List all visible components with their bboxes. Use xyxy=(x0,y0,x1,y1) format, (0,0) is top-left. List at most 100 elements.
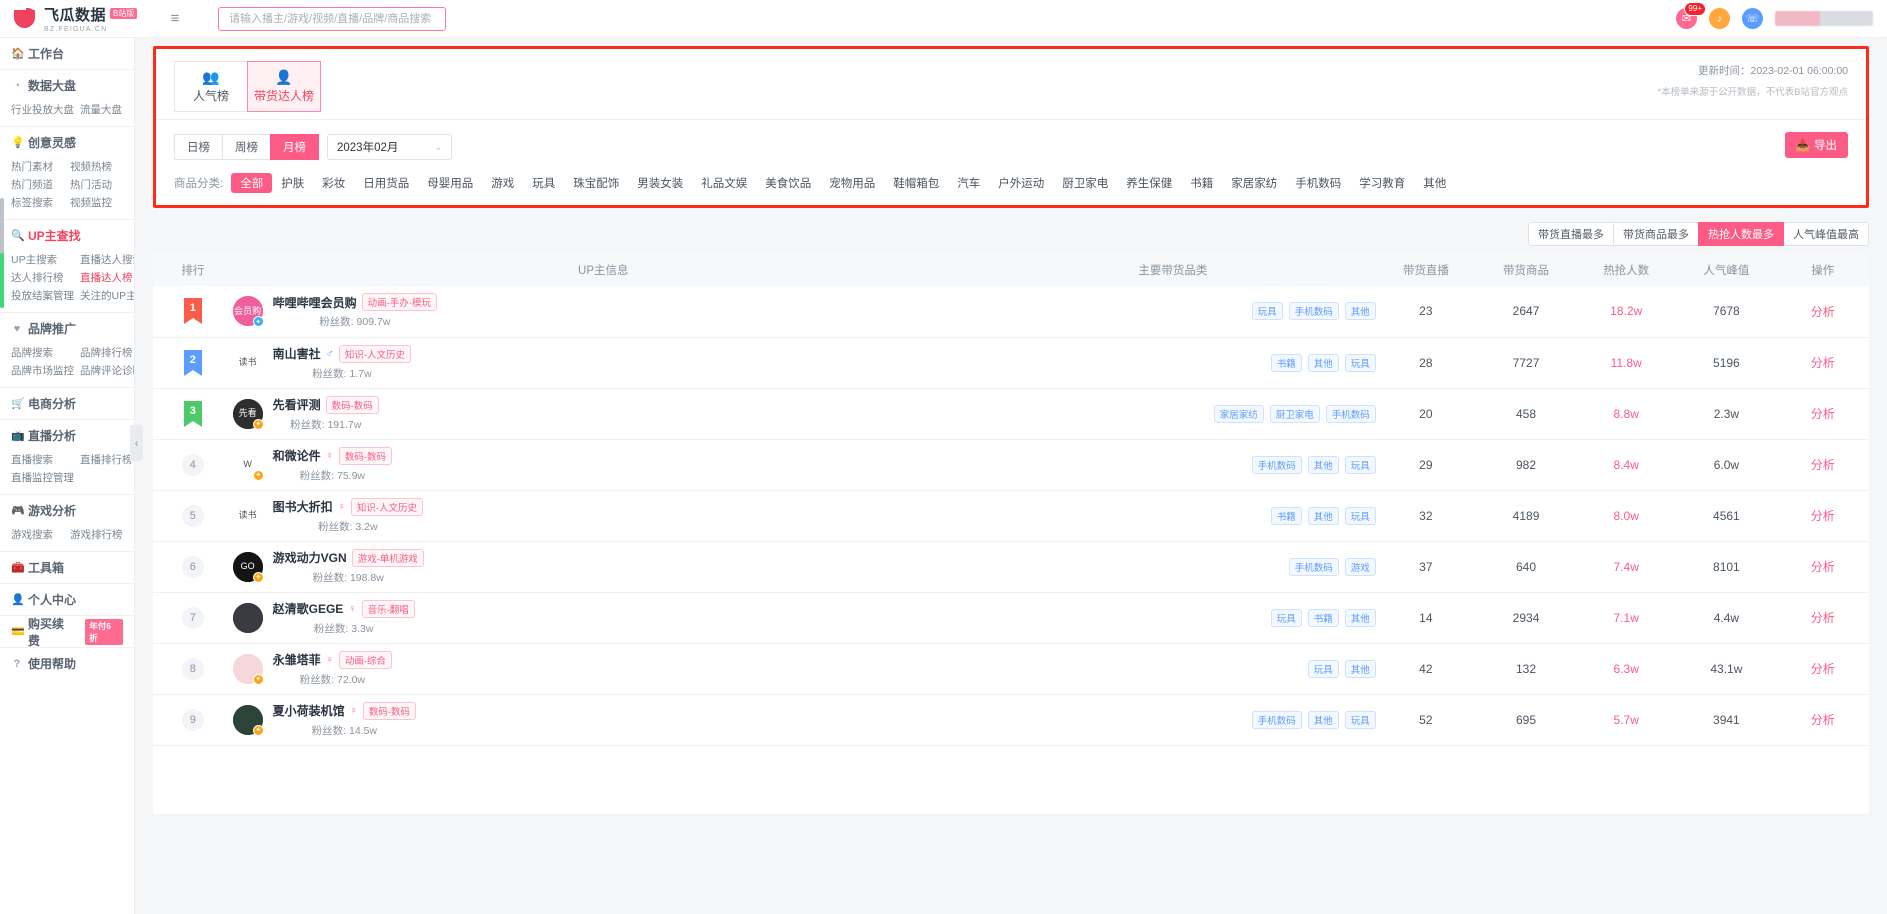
period-monthly[interactable]: 月榜 xyxy=(270,134,319,160)
sidebar-link-直播搜索[interactable]: 直播搜索 xyxy=(11,451,74,469)
search-input[interactable] xyxy=(227,11,437,26)
sort-highest-peak[interactable]: 人气峰值最高 xyxy=(1783,222,1869,246)
avatar[interactable]: 会员购 ✦ xyxy=(232,296,264,328)
sidebar-link-直播监控管理[interactable]: 直播监控管理 xyxy=(11,469,74,487)
sidebar-link-UP主搜索[interactable]: UP主搜索 xyxy=(11,251,74,269)
sidebar-item-品牌推广[interactable]: ♥ 品牌推广 xyxy=(11,313,123,344)
sidebar-scrollbar-thumb[interactable] xyxy=(0,253,4,308)
sidebar-item-游戏分析[interactable]: 🎮 游戏分析 xyxy=(11,495,123,526)
global-search-box[interactable] xyxy=(218,6,446,31)
cell-up-info[interactable]: GO ✦ 游戏动力VGN 游戏-单机游戏 粉丝数: 198.8w xyxy=(232,541,952,593)
up-name[interactable]: 先看评测 xyxy=(273,396,321,413)
analyze-link[interactable]: 分析 xyxy=(1811,509,1835,523)
sidebar-link-视频热榜[interactable]: 视频热榜 xyxy=(70,158,123,176)
sidebar-link-品牌排行榜[interactable]: 品牌排行榜 xyxy=(80,344,134,362)
analyze-link[interactable]: 分析 xyxy=(1811,407,1835,421)
th-lives[interactable]: 带货直播 xyxy=(1375,254,1476,286)
period-weekly[interactable]: 周榜 xyxy=(222,134,271,160)
sidebar-link-直播达人榜[interactable]: 直播达人榜 xyxy=(80,269,134,287)
sidebar-item-直播分析[interactable]: 📺 直播分析 xyxy=(11,420,123,451)
table-row[interactable]: 9 ✦ 夏小荷装机馆 ♀ 数码-数码 粉丝数: 14.5w 手机数码 其他 玩具 52 695 5.7… xyxy=(153,694,1869,746)
category-chip-鞋帽箱包[interactable]: 鞋帽箱包 xyxy=(884,173,948,193)
category-chip-养生保健[interactable]: 养生保健 xyxy=(1117,173,1181,193)
category-chip-汽车[interactable]: 汽车 xyxy=(948,173,989,193)
sidebar-collapse-toggle[interactable]: ‹ xyxy=(130,425,143,461)
category-chip-护肤[interactable]: 护肤 xyxy=(272,173,313,193)
category-chip-宠物用品[interactable]: 宠物用品 xyxy=(820,173,884,193)
month-select[interactable]: 2023年02月 ⌄ xyxy=(327,134,452,160)
category-chip-学习教育[interactable]: 学习教育 xyxy=(1350,173,1414,193)
period-daily[interactable]: 日榜 xyxy=(174,134,223,160)
cell-up-info[interactable]: W ✦ 和微论件 ♀ 数码-数码 粉丝数: 75.9w xyxy=(232,439,952,491)
sidebar-item-工具箱[interactable]: 🧰 工具箱 xyxy=(11,552,123,583)
table-row[interactable]: 1 会员购 ✦ 哔哩哔哩会员购 动画-手办·模玩 粉丝数: 909.7w 玩具 手机数码 其他 2… xyxy=(153,286,1869,338)
category-chip-书籍[interactable]: 书籍 xyxy=(1181,173,1222,193)
support-headset-icon[interactable]: ☏ xyxy=(1742,8,1763,29)
table-row[interactable]: 5 读书✦ 图书大折扣 ♀ 知识-人文历史粉丝数: 3.2w 书籍其他玩具 32 4189 8.… xyxy=(153,490,1869,542)
sidebar-item-UP主查找[interactable]: 🔍 UP主查找 xyxy=(11,220,123,251)
sidebar-link-标签搜索[interactable]: 标签搜索 xyxy=(11,194,64,212)
sort-most-buyers[interactable]: 热抢人数最多 xyxy=(1698,222,1784,246)
sidebar-link-直播排行榜[interactable]: 直播排行榜 xyxy=(80,451,133,469)
table-row[interactable]: 7 ✦ 赵清歌GEGE ♀ 音乐-翻唱粉丝数: 3.3w 玩具书籍其他 14 2934 7.1w… xyxy=(153,592,1869,644)
category-chip-厨卫家电[interactable]: 厨卫家电 xyxy=(1053,173,1117,193)
sidebar-link-品牌市场监控[interactable]: 品牌市场监控 xyxy=(11,362,74,380)
hamburger-icon[interactable]: ≡ xyxy=(160,10,190,27)
category-chip-礼品文娱[interactable]: 礼品文娱 xyxy=(692,173,756,193)
user-account-area[interactable] xyxy=(1775,11,1873,26)
analyze-link[interactable]: 分析 xyxy=(1811,662,1835,676)
avatar[interactable]: 读书✦ xyxy=(232,347,263,378)
avatar[interactable]: W ✦ xyxy=(232,449,264,481)
cell-up-info[interactable]: 读书✦ 南山害社 ♂ 知识-人文历史粉丝数: 1.7w xyxy=(232,337,952,389)
analyze-link[interactable]: 分析 xyxy=(1811,611,1835,625)
sidebar-link-流量大盘[interactable]: 流量大盘 xyxy=(80,101,123,119)
category-chip-珠宝配饰[interactable]: 珠宝配饰 xyxy=(564,173,628,193)
sidebar-item-电商分析[interactable]: 🛒 电商分析 xyxy=(11,388,123,419)
avatar[interactable]: ✦ xyxy=(232,653,264,685)
sidebar-link-品牌搜索[interactable]: 品牌搜索 xyxy=(11,344,74,362)
sidebar-item-创意灵感[interactable]: 💡 创意灵感 xyxy=(11,127,123,158)
cell-up-info[interactable]: 读书✦ 图书大折扣 ♀ 知识-人文历史粉丝数: 3.2w xyxy=(232,490,952,542)
up-name[interactable]: 哔哩哔哩会员购 xyxy=(273,294,357,311)
category-chip-美食饮品[interactable]: 美食饮品 xyxy=(756,173,820,193)
sidebar-link-热门活动[interactable]: 热门活动 xyxy=(70,176,123,194)
sidebar-link-游戏排行榜[interactable]: 游戏排行榜 xyxy=(70,526,123,544)
sidebar-link-热门频道[interactable]: 热门频道 xyxy=(11,176,64,194)
category-chip-游戏[interactable]: 游戏 xyxy=(482,173,523,193)
category-chip-日用货品[interactable]: 日用货品 xyxy=(354,173,418,193)
mail-icon[interactable]: ✉ 99+ xyxy=(1676,2,1706,29)
sidebar-link-视频监控[interactable]: 视频监控 xyxy=(70,194,123,212)
sidebar-item-个人中心[interactable]: 👤 个人中心 xyxy=(11,584,123,615)
category-chip-玩具[interactable]: 玩具 xyxy=(523,173,564,193)
category-chip-母婴用品[interactable]: 母婴用品 xyxy=(418,173,482,193)
table-row[interactable]: 6 GO ✦ 游戏动力VGN 游戏-单机游戏 粉丝数: 198.8w 手机数码 游戏 37 640… xyxy=(153,541,1869,593)
sidebar-link-热门素材[interactable]: 热门素材 xyxy=(11,158,64,176)
up-name[interactable]: 和微论件 xyxy=(273,447,321,464)
avatar[interactable]: 读书✦ xyxy=(232,500,263,531)
sidebar-item-工作台[interactable]: 🏠 工作台 xyxy=(11,38,123,69)
table-row[interactable]: 2 读书✦ 南山害社 ♂ 知识-人文历史粉丝数: 1.7w 书籍其他玩具 28 7727 11.… xyxy=(153,337,1869,389)
analyze-link[interactable]: 分析 xyxy=(1811,458,1835,472)
sidebar-link-直播达人搜索[interactable]: 直播达人搜索 xyxy=(80,251,134,269)
up-name[interactable]: 永雏塔菲 xyxy=(273,651,321,668)
th-goods[interactable]: 带货商品 xyxy=(1475,254,1577,286)
notification-icon[interactable]: ♪ xyxy=(1709,8,1730,29)
cell-up-info[interactable]: 会员购 ✦ 哔哩哔哩会员购 动画-手办·模玩 粉丝数: 909.7w xyxy=(232,286,952,338)
up-name[interactable]: 图书大折扣 xyxy=(273,498,333,515)
category-chip-彩妆[interactable]: 彩妆 xyxy=(313,173,354,193)
sidebar-item-购买续费[interactable]: 💳 购买续费 年付6折 xyxy=(11,616,123,648)
export-button[interactable]: 📥 导出 xyxy=(1784,132,1848,158)
avatar[interactable]: 先看 ✦ xyxy=(232,398,264,430)
sidebar-item-使用帮助[interactable]: ? 使用帮助 xyxy=(11,648,123,679)
category-chip-手机数码[interactable]: 手机数码 xyxy=(1286,173,1350,193)
sidebar-item-数据大盘[interactable]: ◔ 数据大盘 xyxy=(11,70,123,101)
analyze-link[interactable]: 分析 xyxy=(1811,305,1835,319)
cell-up-info[interactable]: ✦ 永雏塔菲 ♀ 动画-综合 粉丝数: 72.0w xyxy=(232,643,952,695)
sidebar-scrollbar[interactable] xyxy=(0,198,4,258)
sidebar-link-行业投放大盘[interactable]: 行业投放大盘 xyxy=(11,101,74,119)
th-buyers[interactable]: 热抢人数 xyxy=(1576,254,1677,286)
analyze-link[interactable]: 分析 xyxy=(1811,356,1835,370)
table-row[interactable]: 3 先看 ✦ 先看评测 数码-数码 粉丝数: 191.7w 家居家纺 厨卫家电 手机数码 20 45… xyxy=(153,388,1869,440)
up-name[interactable]: 夏小荷装机馆 xyxy=(273,702,345,719)
brand-logo-area[interactable]: 飞瓜数据 B站版 BZ.FEIGUA.CN xyxy=(0,0,160,38)
